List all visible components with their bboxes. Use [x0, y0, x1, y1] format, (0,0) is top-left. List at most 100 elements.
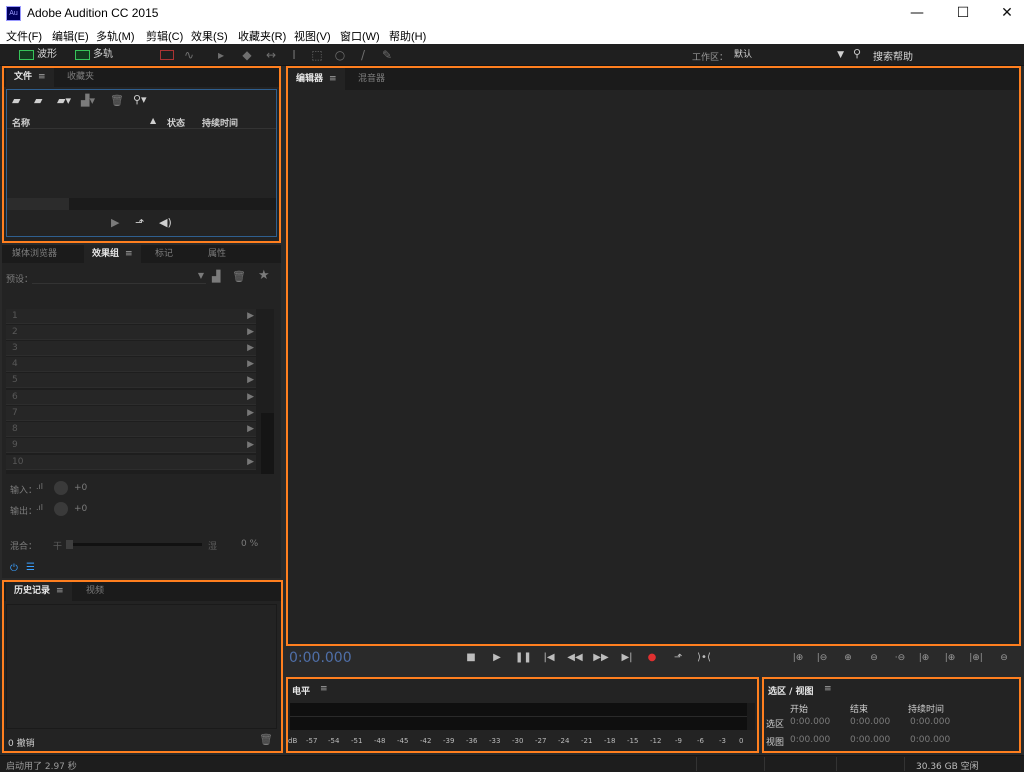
skip-selection-icon[interactable]: ⟩•⟨ [696, 652, 712, 664]
play-icon[interactable]: ▶ [489, 652, 505, 664]
lasso-icon[interactable]: ○ [333, 48, 347, 62]
menu-edit[interactable]: 编辑(E) [52, 28, 89, 44]
razor-tool-icon[interactable]: ◆ [240, 48, 254, 62]
play-icon[interactable]: ▶ [111, 216, 119, 229]
insert-into-multitrack-icon[interactable]: ▟▾ [81, 94, 95, 107]
waveform-button[interactable]: 波形 [18, 47, 57, 63]
spectral-pitch-icon[interactable]: ∿ [182, 48, 196, 62]
zoom-in-amplitude-icon[interactable]: |⊕ [788, 651, 808, 665]
skip-forward-icon[interactable]: ▶| [619, 652, 635, 664]
tab-properties[interactable]: 属性 [200, 245, 234, 264]
tab-media-browser[interactable]: 媒体浏览器 [4, 245, 65, 264]
zoom-in-right-icon[interactable]: |⊕ [940, 651, 960, 665]
effect-slot[interactable]: 7 ▶ [6, 406, 256, 421]
output-gain-value[interactable]: +0 [74, 504, 87, 514]
effect-slot[interactable]: 1 ▶ [6, 309, 256, 324]
horizontal-scrollbar[interactable] [7, 198, 276, 210]
column-name[interactable]: 名称 [12, 116, 30, 129]
stop-icon[interactable]: ■ [463, 652, 479, 664]
tab-editor[interactable]: 编辑器 ≡ [288, 68, 345, 90]
list-icon[interactable]: ☰ [26, 562, 35, 573]
skip-back-icon[interactable]: |◀ [541, 652, 557, 664]
waveform-editor-area[interactable] [288, 90, 1019, 644]
panel-menu-icon[interactable]: ≡ [38, 72, 46, 82]
view-duration-field[interactable]: 0:00.000 [910, 735, 950, 745]
trash-icon[interactable]: 🗑 [110, 94, 124, 107]
search-icon[interactable]: ⚲ [853, 47, 861, 60]
time-selection-icon[interactable]: I [287, 48, 301, 62]
input-gain-value[interactable]: +0 [74, 483, 87, 493]
rewind-icon[interactable]: ◀◀ [567, 652, 583, 664]
tab-mixer[interactable]: 混音器 [350, 68, 393, 90]
effect-slot[interactable]: 4 ▶ [6, 357, 256, 372]
menu-favorites[interactable]: 收藏夹(R) [238, 28, 286, 44]
workspace-select[interactable]: 默认 ▼ [734, 48, 846, 62]
selection-end-field[interactable]: 0:00.000 [850, 717, 890, 727]
tab-markers[interactable]: 标记 [147, 245, 181, 264]
zoom-out-time-icon[interactable]: ⊖ [864, 651, 884, 665]
trash-icon[interactable]: 🗑 [259, 733, 273, 746]
zoom-in-time-icon[interactable]: ⊕ [838, 651, 858, 665]
tab-favorites[interactable]: 收藏夹 [59, 68, 102, 87]
selection-duration-field[interactable]: 0:00.000 [910, 717, 950, 727]
record-icon[interactable]: ● [644, 652, 660, 664]
mix-slider[interactable] [66, 540, 202, 549]
move-tool-icon[interactable]: ▸ [214, 48, 228, 62]
minimize-icon[interactable]: — [894, 0, 940, 27]
menu-clip[interactable]: 剪辑(C) [146, 28, 183, 44]
marquee-icon[interactable]: ⬚ [310, 48, 324, 62]
current-time[interactable]: 0:00.000 [289, 650, 352, 666]
loop-icon[interactable]: ⬏ [135, 216, 144, 229]
input-gain-knob[interactable] [54, 481, 68, 495]
effect-slot[interactable]: 9 ▶ [6, 438, 256, 453]
menu-view[interactable]: 视图(V) [294, 28, 331, 44]
star-icon[interactable]: ★ [258, 268, 270, 283]
panel-menu-icon[interactable]: ≡ [824, 684, 832, 694]
close-icon[interactable]: ✕ [984, 0, 1024, 27]
view-start-field[interactable]: 0:00.000 [790, 735, 830, 745]
menu-window[interactable]: 窗口(W) [340, 28, 380, 44]
search-icon[interactable]: ⚲▾ [133, 93, 147, 106]
tab-history[interactable]: 历史记录 ≡ [6, 582, 72, 601]
menu-help[interactable]: 帮助(H) [389, 28, 426, 44]
search-help-input[interactable]: 搜索帮助 [873, 48, 913, 63]
spectral-display-icon[interactable] [160, 50, 174, 60]
tab-video[interactable]: 视频 [78, 582, 112, 601]
column-duration[interactable]: 持续时间 [202, 116, 238, 129]
import-file-icon[interactable]: ▰ [34, 94, 42, 107]
pause-icon[interactable]: ❚❚ [515, 652, 532, 664]
mix-slider-handle[interactable] [66, 540, 73, 549]
output-gain-knob[interactable] [54, 502, 68, 516]
effect-slot[interactable]: 8 ▶ [6, 422, 256, 437]
effect-slot[interactable]: 5 ▶ [6, 373, 256, 388]
fast-forward-icon[interactable]: ▶▶ [593, 652, 609, 664]
power-icon[interactable]: ⏻ [10, 563, 18, 574]
column-status[interactable]: 状态 [167, 116, 185, 129]
trash-icon[interactable]: 🗑 [232, 270, 246, 283]
tab-files[interactable]: 文件 ≡ [6, 68, 54, 87]
selection-start-field[interactable]: 0:00.000 [790, 717, 830, 727]
brush-icon[interactable]: / [356, 48, 370, 62]
effect-slot[interactable]: 2 ▶ [6, 325, 256, 340]
menu-file[interactable]: 文件(F) [6, 28, 42, 44]
zoom-in-left-icon[interactable]: |⊕ [914, 651, 934, 665]
open-file-icon[interactable]: ▰ [12, 94, 20, 107]
new-file-icon[interactable]: ▰▾ [57, 94, 71, 107]
menu-effects[interactable]: 效果(S) [191, 28, 228, 44]
panel-menu-icon[interactable]: ≡ [329, 74, 337, 84]
zoom-selection-icon[interactable]: |⊕| [966, 651, 986, 665]
effect-slot[interactable]: 10 ▶ [6, 455, 256, 470]
maximize-icon[interactable]: ☐ [940, 0, 986, 27]
scrollbar-thumb[interactable] [7, 198, 69, 210]
menu-multitrack[interactable]: 多轨(M) [96, 28, 135, 44]
panel-menu-icon[interactable]: ≡ [125, 249, 133, 259]
panel-menu-icon[interactable]: ≡ [320, 684, 328, 694]
tab-effects-rack[interactable]: 效果组 ≡ [84, 245, 141, 264]
view-end-field[interactable]: 0:00.000 [850, 735, 890, 745]
slot-scrollbar[interactable] [261, 413, 274, 474]
multitrack-button[interactable]: 多轨 [74, 47, 113, 63]
effect-slot[interactable]: 6 ▶ [6, 390, 256, 405]
slip-tool-icon[interactable]: ↔ [264, 48, 278, 62]
zoom-out-full-icon[interactable]: ·⊖ [890, 651, 910, 665]
effect-slot[interactable]: 3 ▶ [6, 341, 256, 356]
